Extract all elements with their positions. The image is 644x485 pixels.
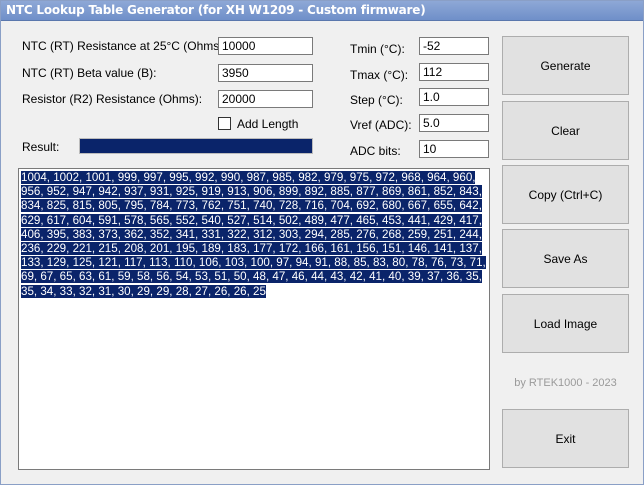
- title-bar[interactable]: NTC Lookup Table Generator (for XH W1209…: [1, 1, 643, 21]
- beta-input[interactable]: [218, 64, 313, 82]
- window-title: NTC Lookup Table Generator (for XH W1209…: [6, 3, 426, 17]
- step-input[interactable]: [419, 88, 489, 106]
- load-image-button[interactable]: Load Image: [502, 294, 629, 353]
- add-length-checkbox[interactable]: [218, 117, 231, 130]
- result-text-content: 1004, 1002, 1001, 999, 997, 995, 992, 99…: [21, 171, 487, 299]
- credit-text: by RTEK1000 - 2023: [514, 377, 617, 389]
- add-length-label[interactable]: Add Length: [237, 117, 298, 131]
- clear-button-label: Clear: [551, 123, 580, 138]
- save-as-button[interactable]: Save As: [502, 229, 629, 288]
- copy-button-label: Copy (Ctrl+C): [528, 187, 603, 202]
- result-label: Result:: [22, 140, 60, 154]
- adc-bits-input[interactable]: [419, 140, 489, 158]
- step-label: Step (°C):: [350, 93, 403, 107]
- clear-button[interactable]: Clear: [502, 101, 629, 160]
- adc-bits-label: ADC bits:: [350, 144, 401, 158]
- tmin-input[interactable]: [419, 37, 489, 55]
- vref-label: Vref (ADC):: [350, 118, 412, 132]
- tmin-label: Tmin (°C):: [350, 42, 405, 56]
- copy-button[interactable]: Copy (Ctrl+C): [502, 165, 629, 224]
- vref-input[interactable]: [419, 114, 489, 132]
- progress-fill: [80, 139, 312, 153]
- ntc-resistance-input[interactable]: [218, 37, 313, 55]
- result-textarea[interactable]: 1004, 1002, 1001, 999, 997, 995, 992, 99…: [18, 168, 490, 470]
- generate-button[interactable]: Generate: [502, 36, 629, 95]
- save-as-button-label: Save As: [543, 251, 588, 266]
- exit-button[interactable]: Exit: [502, 409, 629, 468]
- ntc-resistance-label: NTC (RT) Resistance at 25°C (Ohms):: [22, 39, 227, 53]
- main-window: NTC Lookup Table Generator (for XH W1209…: [0, 0, 644, 485]
- exit-button-label: Exit: [555, 431, 576, 446]
- progress-bar: [79, 138, 313, 154]
- generate-button-label: Generate: [540, 58, 591, 73]
- load-image-button-label: Load Image: [533, 316, 598, 331]
- tmax-input[interactable]: [419, 63, 489, 81]
- tmax-label: Tmax (°C):: [350, 68, 409, 82]
- resistor-label: Resistor (R2) Resistance (Ohms):: [22, 92, 203, 106]
- beta-label: NTC (RT) Beta value (B):: [22, 66, 157, 80]
- result-text: 1004, 1002, 1001, 999, 997, 995, 992, 99…: [21, 171, 486, 298]
- resistor-input[interactable]: [218, 90, 313, 108]
